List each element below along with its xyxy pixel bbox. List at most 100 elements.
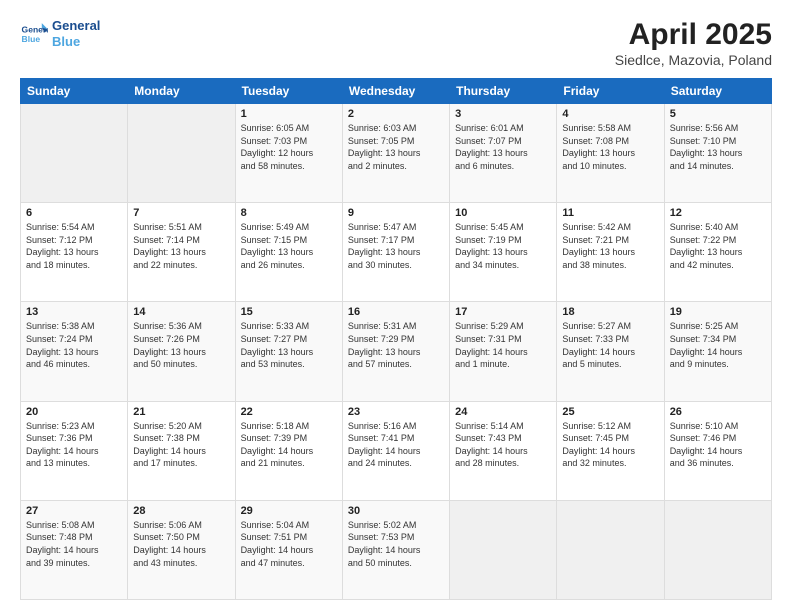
calendar-cell: 14 Sunrise: 5:36 AM Sunset: 7:26 PM Dayli… <box>128 302 235 401</box>
day-info: Sunrise: 5:45 AM Sunset: 7:19 PM Dayligh… <box>455 221 551 271</box>
logo-line1: General <box>52 18 100 34</box>
day-info: Sunrise: 5:18 AM Sunset: 7:39 PM Dayligh… <box>241 420 337 470</box>
calendar-cell <box>664 500 771 599</box>
day-info: Sunrise: 5:54 AM Sunset: 7:12 PM Dayligh… <box>26 221 122 271</box>
page: General Blue General Blue April 2025 Sie… <box>0 0 792 612</box>
logo-icon: General Blue <box>20 20 48 48</box>
calendar-table: SundayMondayTuesdayWednesdayThursdayFrid… <box>20 78 772 600</box>
calendar-cell: 12 Sunrise: 5:40 AM Sunset: 7:22 PM Dayli… <box>664 203 771 302</box>
calendar-cell: 21 Sunrise: 5:20 AM Sunset: 7:38 PM Dayli… <box>128 401 235 500</box>
day-info: Sunrise: 5:58 AM Sunset: 7:08 PM Dayligh… <box>562 122 658 172</box>
day-number: 21 <box>133 406 229 418</box>
day-info: Sunrise: 5:38 AM Sunset: 7:24 PM Dayligh… <box>26 320 122 370</box>
calendar-cell: 20Sunrise: 5:23 AM Sunset: 7:36 PM Dayli… <box>21 401 128 500</box>
day-info: Sunrise: 5:10 AM Sunset: 7:46 PM Dayligh… <box>670 420 766 470</box>
day-info: Sunrise: 5:36 AM Sunset: 7:26 PM Dayligh… <box>133 320 229 370</box>
title-block: April 2025 Siedlce, Mazovia, Poland <box>615 18 772 68</box>
calendar-cell: 6 Sunrise: 5:54 AM Sunset: 7:12 PM Daylig… <box>21 203 128 302</box>
day-number: 1 <box>241 108 337 120</box>
day-info: Sunrise: 5:04 AM Sunset: 7:51 PM Dayligh… <box>241 519 337 569</box>
header-cell-monday: Monday <box>128 79 235 104</box>
day-number: 29 <box>241 505 337 517</box>
day-number: 12 <box>670 207 766 219</box>
day-info: Sunrise: 5:49 AM Sunset: 7:15 PM Dayligh… <box>241 221 337 271</box>
day-number: 13 <box>26 306 122 318</box>
calendar-week-1: 6 Sunrise: 5:54 AM Sunset: 7:12 PM Daylig… <box>21 203 772 302</box>
calendar-cell: 17Sunrise: 5:29 AM Sunset: 7:31 PM Dayli… <box>450 302 557 401</box>
day-info: Sunrise: 5:06 AM Sunset: 7:50 PM Dayligh… <box>133 519 229 569</box>
calendar-cell: 10 Sunrise: 5:45 AM Sunset: 7:19 PM Dayli… <box>450 203 557 302</box>
day-info: Sunrise: 6:01 AM Sunset: 7:07 PM Dayligh… <box>455 122 551 172</box>
calendar-cell: 2 Sunrise: 6:03 AM Sunset: 7:05 PM Daylig… <box>342 104 449 203</box>
header: General Blue General Blue April 2025 Sie… <box>20 18 772 68</box>
day-number: 7 <box>133 207 229 219</box>
day-info: Sunrise: 5:33 AM Sunset: 7:27 PM Dayligh… <box>241 320 337 370</box>
calendar-week-4: 27 Sunrise: 5:08 AM Sunset: 7:48 PM Dayli… <box>21 500 772 599</box>
day-number: 30 <box>348 505 444 517</box>
day-number: 14 <box>133 306 229 318</box>
day-number: 27 <box>26 505 122 517</box>
header-cell-thursday: Thursday <box>450 79 557 104</box>
day-info: Sunrise: 6:05 AM Sunset: 7:03 PM Dayligh… <box>241 122 337 172</box>
day-number: 22 <box>241 406 337 418</box>
day-info: Sunrise: 5:08 AM Sunset: 7:48 PM Dayligh… <box>26 519 122 569</box>
day-info: Sunrise: 5:25 AM Sunset: 7:34 PM Dayligh… <box>670 320 766 370</box>
day-info: Sunrise: 5:47 AM Sunset: 7:17 PM Dayligh… <box>348 221 444 271</box>
calendar-cell: 22 Sunrise: 5:18 AM Sunset: 7:39 PM Dayli… <box>235 401 342 500</box>
calendar-cell: 1 Sunrise: 6:05 AM Sunset: 7:03 PM Daylig… <box>235 104 342 203</box>
calendar-cell <box>21 104 128 203</box>
day-info: Sunrise: 5:29 AM Sunset: 7:31 PM Dayligh… <box>455 320 551 370</box>
day-number: 6 <box>26 207 122 219</box>
day-number: 10 <box>455 207 551 219</box>
calendar-week-3: 20Sunrise: 5:23 AM Sunset: 7:36 PM Dayli… <box>21 401 772 500</box>
logo-line2: Blue <box>52 34 100 50</box>
day-number: 28 <box>133 505 229 517</box>
day-number: 19 <box>670 306 766 318</box>
header-cell-tuesday: Tuesday <box>235 79 342 104</box>
day-info: Sunrise: 5:16 AM Sunset: 7:41 PM Dayligh… <box>348 420 444 470</box>
day-info: Sunrise: 5:42 AM Sunset: 7:21 PM Dayligh… <box>562 221 658 271</box>
calendar-cell: 4 Sunrise: 5:58 AM Sunset: 7:08 PM Daylig… <box>557 104 664 203</box>
day-info: Sunrise: 5:31 AM Sunset: 7:29 PM Dayligh… <box>348 320 444 370</box>
day-number: 11 <box>562 207 658 219</box>
calendar-cell: 25Sunrise: 5:12 AM Sunset: 7:45 PM Dayli… <box>557 401 664 500</box>
day-info: Sunrise: 5:56 AM Sunset: 7:10 PM Dayligh… <box>670 122 766 172</box>
day-number: 20 <box>26 406 122 418</box>
day-number: 25 <box>562 406 658 418</box>
day-info: Sunrise: 6:03 AM Sunset: 7:05 PM Dayligh… <box>348 122 444 172</box>
day-number: 8 <box>241 207 337 219</box>
day-info: Sunrise: 5:02 AM Sunset: 7:53 PM Dayligh… <box>348 519 444 569</box>
calendar-cell: 27 Sunrise: 5:08 AM Sunset: 7:48 PM Dayli… <box>21 500 128 599</box>
day-number: 23 <box>348 406 444 418</box>
calendar-cell: 30 Sunrise: 5:02 AM Sunset: 7:53 PM Dayli… <box>342 500 449 599</box>
calendar-cell: 7 Sunrise: 5:51 AM Sunset: 7:14 PM Daylig… <box>128 203 235 302</box>
day-number: 4 <box>562 108 658 120</box>
day-number: 16 <box>348 306 444 318</box>
calendar-cell <box>450 500 557 599</box>
calendar-cell: 15Sunrise: 5:33 AM Sunset: 7:27 PM Dayli… <box>235 302 342 401</box>
day-number: 5 <box>670 108 766 120</box>
header-cell-saturday: Saturday <box>664 79 771 104</box>
day-info: Sunrise: 5:51 AM Sunset: 7:14 PM Dayligh… <box>133 221 229 271</box>
calendar-week-2: 13 Sunrise: 5:38 AM Sunset: 7:24 PM Dayli… <box>21 302 772 401</box>
day-info: Sunrise: 5:20 AM Sunset: 7:38 PM Dayligh… <box>133 420 229 470</box>
day-info: Sunrise: 5:40 AM Sunset: 7:22 PM Dayligh… <box>670 221 766 271</box>
header-cell-sunday: Sunday <box>21 79 128 104</box>
logo: General Blue General Blue <box>20 18 100 49</box>
subtitle: Siedlce, Mazovia, Poland <box>615 52 772 68</box>
calendar-cell <box>128 104 235 203</box>
day-info: Sunrise: 5:27 AM Sunset: 7:33 PM Dayligh… <box>562 320 658 370</box>
calendar-header-row: SundayMondayTuesdayWednesdayThursdayFrid… <box>21 79 772 104</box>
header-cell-wednesday: Wednesday <box>342 79 449 104</box>
calendar-cell: 13 Sunrise: 5:38 AM Sunset: 7:24 PM Dayli… <box>21 302 128 401</box>
calendar-cell: 26Sunrise: 5:10 AM Sunset: 7:46 PM Dayli… <box>664 401 771 500</box>
calendar-cell: 5 Sunrise: 5:56 AM Sunset: 7:10 PM Daylig… <box>664 104 771 203</box>
day-number: 2 <box>348 108 444 120</box>
calendar-cell: 8 Sunrise: 5:49 AM Sunset: 7:15 PM Daylig… <box>235 203 342 302</box>
main-title: April 2025 <box>615 18 772 52</box>
calendar-cell: 16 Sunrise: 5:31 AM Sunset: 7:29 PM Dayli… <box>342 302 449 401</box>
calendar-cell <box>557 500 664 599</box>
svg-text:Blue: Blue <box>22 33 41 43</box>
header-cell-friday: Friday <box>557 79 664 104</box>
calendar-cell: 3Sunrise: 6:01 AM Sunset: 7:07 PM Daylig… <box>450 104 557 203</box>
